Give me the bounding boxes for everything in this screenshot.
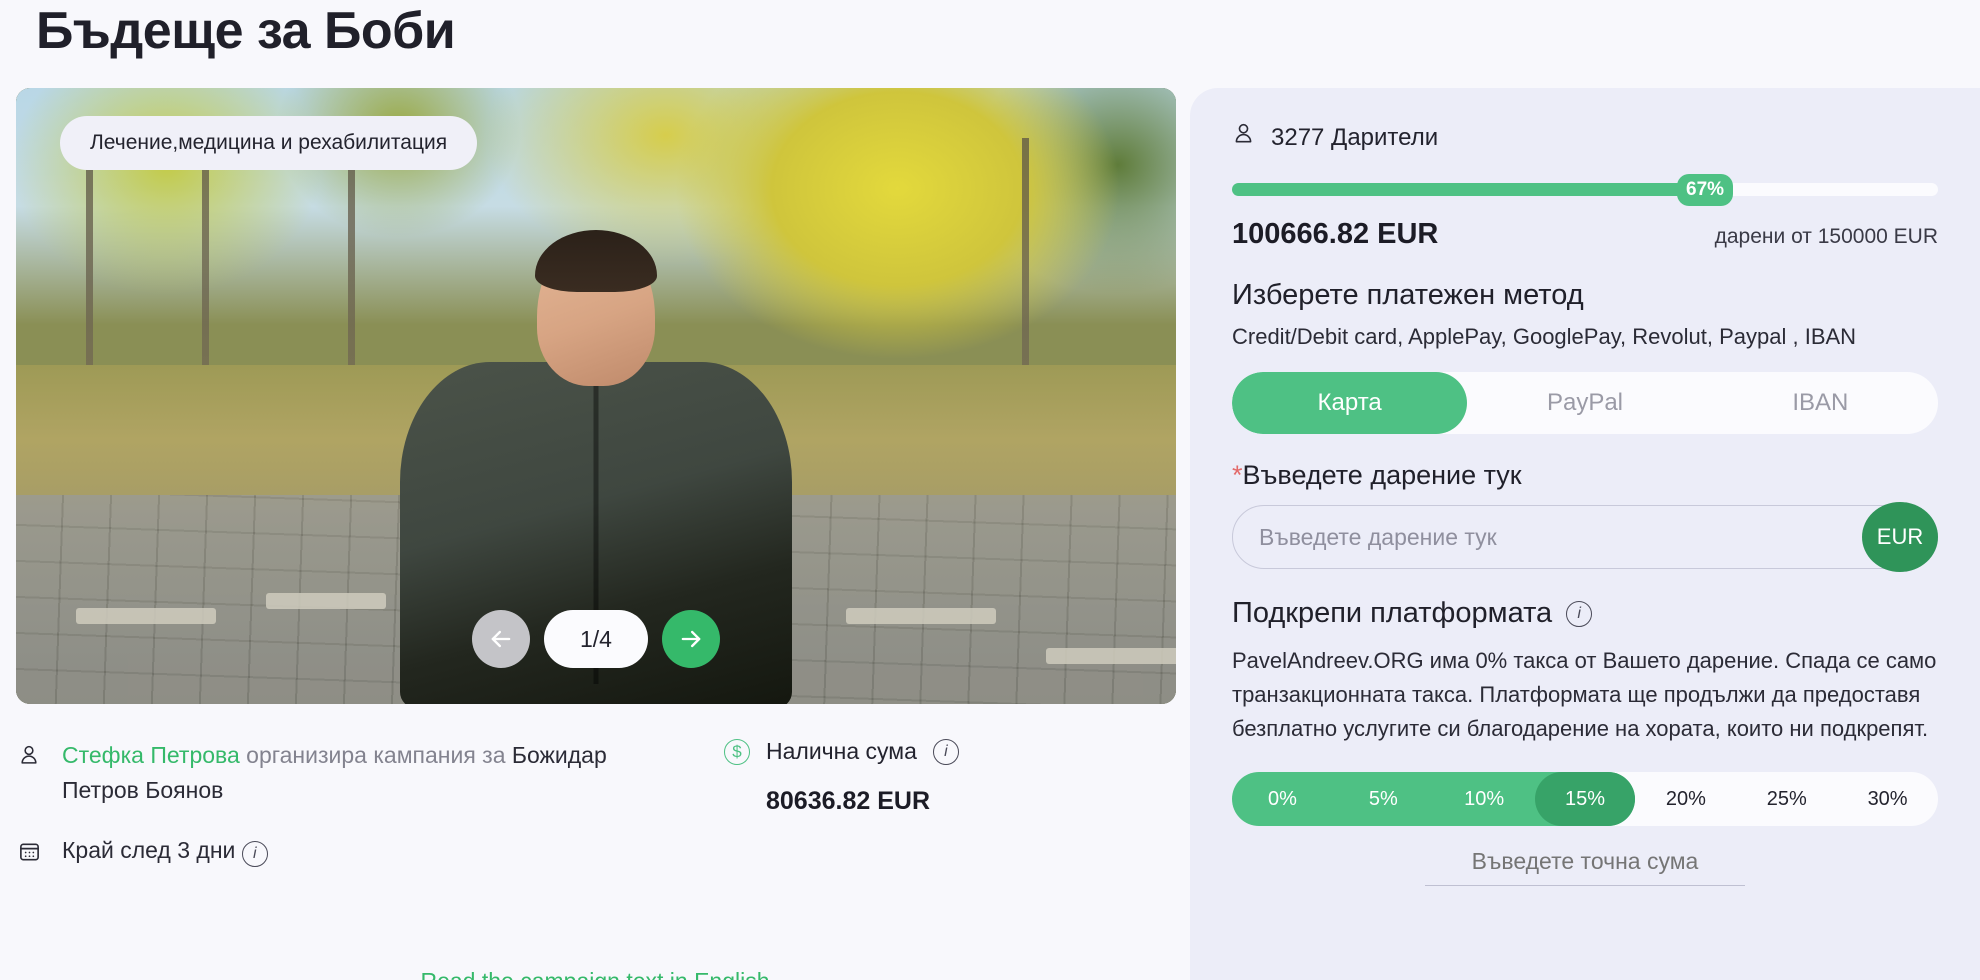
tip-option-25[interactable]: 25%	[1736, 772, 1837, 826]
photo-curb	[76, 608, 216, 624]
dollar-circle-icon: $	[724, 738, 750, 765]
donors-count: 3277 Дарители	[1271, 124, 1439, 151]
person-icon	[16, 741, 42, 771]
campaign-meta-left: Стефка Петрова организира кампания за Бо…	[16, 738, 686, 894]
deadline-label: Край след 3 дни	[62, 837, 236, 863]
donation-amount-field: EUR	[1232, 502, 1938, 572]
photo-curb	[846, 608, 996, 624]
tip-option-20[interactable]: 20%	[1635, 772, 1736, 826]
donation-amount-label-text: Въведете дарение тук	[1242, 460, 1522, 490]
campaign-meta: Стефка Петрова организира кампания за Бо…	[16, 738, 1176, 894]
person-icon	[1232, 122, 1255, 154]
photo-person-hair	[535, 230, 657, 292]
photo-curb	[266, 593, 386, 609]
carousel-controls: 1/4	[472, 610, 720, 668]
tab-card[interactable]: Карта	[1232, 372, 1468, 434]
currency-button[interactable]: EUR	[1862, 502, 1938, 572]
carousel-counter: 1/4	[544, 610, 648, 668]
carousel-next-button[interactable]	[662, 610, 720, 668]
campaign-page: Бъдеще за Боби Лечение,медицина и рехаби…	[0, 0, 1980, 980]
available-amount-value: 80636.82 EUR	[766, 787, 931, 815]
progress-thumb: 67%	[1677, 174, 1734, 206]
required-marker: *	[1232, 460, 1243, 490]
progress-fill	[1232, 183, 1706, 196]
tab-paypal[interactable]: PayPal	[1467, 372, 1702, 434]
carousel-prev-button[interactable]	[472, 610, 530, 668]
calendar-icon	[16, 836, 42, 866]
available-amount-line: $ Налична сума i	[724, 738, 1148, 765]
support-platform-title: Подкрепи платформата i	[1232, 597, 1938, 630]
donors-row: 3277 Дарители	[1232, 122, 1938, 154]
amount-row: 100666.82 EUR дарени от 150000 EUR	[1232, 218, 1938, 251]
organizer-line: Стефка Петрова организира кампания за Бо…	[16, 738, 686, 807]
campaign-meta-right: $ Налична сума i 80636.82 EUR	[708, 738, 1148, 816]
organizer-text: Стефка Петрова организира кампания за Бо…	[62, 738, 686, 807]
payment-method-title: Изберете платежен метод	[1232, 279, 1584, 311]
campaign-category-tag: Лечение,медицина и рехабилитация	[60, 116, 478, 170]
photo-curb	[1046, 648, 1176, 664]
payment-method-tabs: Карта PayPal IBAN	[1232, 372, 1938, 434]
donation-amount-input[interactable]	[1232, 505, 1938, 569]
tip-option-15[interactable]: 15%	[1534, 772, 1636, 827]
support-platform-text: PavelAndreev.ORG има 0% такса от Вашето …	[1232, 648, 1937, 742]
tab-iban[interactable]: IBAN	[1703, 372, 1938, 434]
info-icon[interactable]: i	[932, 738, 959, 765]
tip-option-30[interactable]: 30%	[1837, 772, 1938, 826]
tip-percent-selector: 0% 5% 10% 15% 20% 25% 30%	[1232, 772, 1938, 827]
page-title: Бъдеще за Боби	[36, 2, 456, 60]
amount-raised: 100666.82 EUR	[1232, 218, 1439, 250]
support-platform-title-text: Подкрепи платформата	[1232, 597, 1553, 629]
campaign-meta-row: Стефка Петрова организира кампания за Бо…	[16, 738, 1176, 894]
tip-option-10[interactable]: 10%	[1434, 772, 1535, 826]
arrow-left-icon	[491, 630, 511, 648]
available-amount-label: Налична сума	[766, 738, 917, 764]
amount-goal: дарени от 150000 EUR	[1714, 225, 1938, 248]
organizer-name[interactable]: Стефка Петрова	[62, 742, 240, 768]
organizer-connector: организира кампания за	[239, 742, 512, 768]
tip-option-5[interactable]: 5%	[1333, 772, 1434, 826]
progress-bar: 67%	[1232, 174, 1938, 206]
photo-person-head	[535, 230, 657, 386]
info-icon[interactable]: i	[241, 841, 268, 867]
campaign-media-card[interactable]: Лечение,медицина и рехабилитация 1/4	[16, 88, 1176, 704]
payment-methods-list: Credit/Debit card, ApplePay, GooglePay, …	[1232, 324, 1857, 349]
arrow-right-icon	[681, 630, 701, 648]
donation-amount-label: *Въведете дарение тук	[1232, 460, 1938, 491]
donation-panel: 3277 Дарители 67% 100666.82 EUR дарени о…	[1190, 88, 1980, 980]
info-icon[interactable]: i	[1566, 600, 1593, 627]
tip-option-0[interactable]: 0%	[1232, 772, 1333, 826]
deadline-line: Край след 3 дни i	[16, 833, 686, 868]
exact-amount-input[interactable]	[1425, 848, 1745, 887]
read-in-english-link[interactable]: Read the campaign text in English	[0, 968, 1190, 980]
deadline-text: Край след 3 дни i	[62, 833, 268, 868]
campaign-left-column: Лечение,медицина и рехабилитация 1/4 Сте…	[0, 88, 1190, 980]
